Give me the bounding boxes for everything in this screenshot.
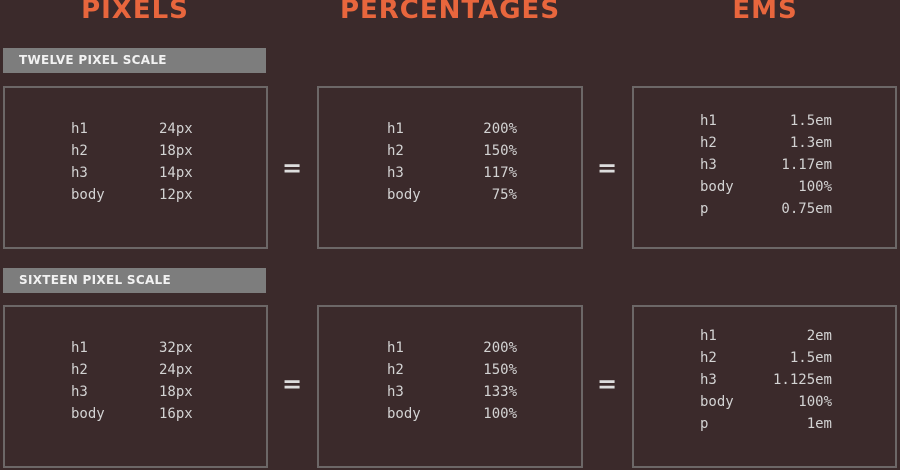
table-row: h3 14px [5,162,266,184]
tag-value: 18px [159,384,193,400]
tag-value: 0.75em [781,201,832,217]
table-row: h1 2em [634,325,895,347]
equals-sign: = [281,370,303,398]
tag-label: h2 [71,362,88,378]
tag-value: 150% [483,143,517,159]
table-row: p 0.75em [634,198,895,220]
tag-value: 1.3em [789,135,832,151]
tag-label: h3 [700,157,717,173]
tag-label: h1 [71,121,88,137]
table-row: body 75% [319,184,581,206]
table-row: body 100% [634,176,895,198]
table-row: h1 200% [319,118,581,140]
table-row: h1 32px [5,337,266,359]
tag-label: body [387,406,421,422]
tag-label: h3 [387,165,404,181]
twelve-pixels-box: h1 24px h2 18px h3 14px body 12px [3,86,268,249]
table-row: h3 133% [319,381,581,403]
table-row: h1 1.5em [634,110,895,132]
table-row: h2 1.3em [634,132,895,154]
tag-label: h1 [387,340,404,356]
tag-value: 18px [159,143,193,159]
tag-label: body [71,406,105,422]
tag-label: h3 [71,384,88,400]
table-row: body 16px [5,403,266,425]
tag-value: 100% [798,394,832,410]
table-row: h2 150% [319,140,581,162]
tag-label: h2 [387,143,404,159]
tag-label: body [700,179,734,195]
tag-value: 117% [483,165,517,181]
twelve-percentages-box: h1 200% h2 150% h3 117% body 75% [317,86,583,249]
table-row: h1 200% [319,337,581,359]
table-row: h2 24px [5,359,266,381]
tag-value: 16px [159,406,193,422]
ems-header: EMS [732,0,798,25]
tag-value: 200% [483,121,517,137]
table-row: h2 150% [319,359,581,381]
tag-label: p [700,416,709,432]
twelve-pixel-scale-label: TWELVE PIXEL SCALE [3,48,266,73]
tag-value: 24px [159,362,193,378]
tag-value: 24px [159,121,193,137]
tag-label: h1 [71,340,88,356]
tag-label: body [387,187,421,203]
tag-value: 100% [798,179,832,195]
tag-label: body [71,187,105,203]
tag-label: p [700,201,709,217]
tag-value: 12px [159,187,193,203]
pixels-header: PIXELS [81,0,189,25]
sixteen-pixel-scale-label: SIXTEEN PIXEL SCALE [3,268,266,293]
table-row: body 100% [634,391,895,413]
tag-label: h1 [700,328,717,344]
tag-label: h2 [700,350,717,366]
tag-label: h3 [71,165,88,181]
tag-value: 1.125em [772,372,832,388]
tag-value: 133% [483,384,517,400]
tag-label: h2 [700,135,717,151]
sixteen-percentages-box: h1 200% h2 150% h3 133% body 100% [317,305,583,468]
percentages-header: PERCENTAGES [339,0,561,25]
tag-value: 75% [491,187,517,203]
table-row: h3 117% [319,162,581,184]
tag-value: 1em [806,416,832,432]
tag-label: body [700,394,734,410]
table-row: body 100% [319,403,581,425]
tag-label: h2 [71,143,88,159]
tag-value: 32px [159,340,193,356]
table-row: p 1em [634,413,895,435]
tag-label: h2 [387,362,404,378]
table-row: h2 18px [5,140,266,162]
tag-value: 150% [483,362,517,378]
tag-label: h1 [387,121,404,137]
tag-value: 200% [483,340,517,356]
table-row: body 12px [5,184,266,206]
tag-value: 1.5em [789,350,832,366]
table-row: h3 1.125em [634,369,895,391]
sixteen-ems-box: h1 2em h2 1.5em h3 1.125em body 100% p 1… [632,305,897,468]
tag-value: 1.17em [781,157,832,173]
table-row: h3 18px [5,381,266,403]
table-row: h3 1.17em [634,154,895,176]
equals-sign: = [596,154,618,182]
twelve-ems-box: h1 1.5em h2 1.3em h3 1.17em body 100% p … [632,86,897,249]
tag-label: h1 [700,113,717,129]
tag-value: 14px [159,165,193,181]
tag-value: 1.5em [789,113,832,129]
sixteen-pixels-box: h1 32px h2 24px h3 18px body 16px [3,305,268,468]
equals-sign: = [596,370,618,398]
tag-label: h3 [387,384,404,400]
tag-value: 2em [806,328,832,344]
table-row: h1 24px [5,118,266,140]
equals-sign: = [281,154,303,182]
tag-label: h3 [700,372,717,388]
tag-value: 100% [483,406,517,422]
table-row: h2 1.5em [634,347,895,369]
